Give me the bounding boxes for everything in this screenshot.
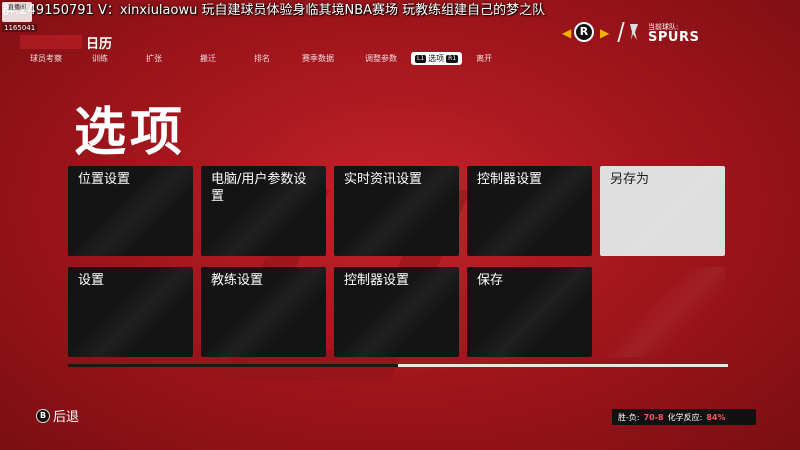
chemistry-label: 化学反应: [667,412,703,422]
record-label: 胜-负: [618,412,640,422]
tile-save[interactable]: 保存 [467,267,592,357]
nav-item-relocation[interactable]: 搬迁 [200,52,216,65]
team-logo-icon: R [574,22,594,42]
back-button[interactable]: B 后退 [36,406,79,425]
top-nav: 球员考察 训练 扩张 搬迁 排名 赛季数据 调整参数 L1 选项 R1 离开 [30,52,492,65]
nav-item-options-label: 选项 [428,54,445,63]
breadcrumb: 日历 [20,33,112,52]
b-button-icon: B [36,408,50,423]
stream-room-id: 1165041 [2,24,38,32]
spurs-logo-icon [630,24,638,40]
nav-item-sliders[interactable]: 调整参数 [365,52,397,65]
team-prev-arrow-icon[interactable]: ◀ [562,26,571,40]
r1-key-icon: R1 [446,54,459,63]
stream-badge: 直播间 [2,2,32,22]
nav-item-scouting[interactable]: 球员考察 [30,52,62,65]
l1-key-icon: L1 [415,54,427,63]
tile-save-as[interactable]: 另存为 [600,166,725,256]
tile-coach-settings[interactable]: 教练设置 [201,267,326,357]
scroll-indicator [68,364,728,367]
nav-item-exit[interactable]: 离开 [476,52,492,65]
tile-position-settings[interactable]: 位置设置 [68,166,193,256]
chemistry-value: 84% [706,412,726,422]
tile-controller-settings[interactable]: 控制器设置 [467,166,592,256]
nav-item-season-stats[interactable]: 赛季数据 [302,52,334,65]
team-next-arrow-icon[interactable]: ▶ [600,26,609,40]
breadcrumb-current[interactable]: 日历 [86,33,112,52]
page-title: 选项 [74,103,187,163]
team-stats-bar: 胜-负: 70-8 化学反应: 84% [612,409,756,425]
nav-item-standings[interactable]: 排名 [254,52,270,65]
options-grid: 位置设置 电脑/用户参数设置 实时资讯设置 控制器设置 另存为 设置 教练设置 … [68,166,725,357]
team-selector: ◀ R ▶ 当前球队: SPURS [560,20,700,46]
tile-controller-settings-2[interactable]: 控制器设置 [334,267,459,357]
tile-cpu-user-sliders[interactable]: 电脑/用户参数设置 [201,166,326,256]
tile-empty-slot [600,267,725,357]
nav-item-training[interactable]: 训练 [92,52,108,65]
tile-live-news-settings[interactable]: 实时资讯设置 [334,166,459,256]
tile-settings[interactable]: 设置 [68,267,193,357]
team-divider [617,22,625,42]
back-label: 后退 [53,410,80,425]
scroll-indicator-fill [398,364,728,367]
record-value: 70-8 [643,412,664,422]
nav-item-options[interactable]: L1 选项 R1 [411,52,463,65]
team-name: SPURS [648,30,700,45]
nav-item-expansion[interactable]: 扩张 [146,52,162,65]
breadcrumb-obscured [20,35,82,49]
